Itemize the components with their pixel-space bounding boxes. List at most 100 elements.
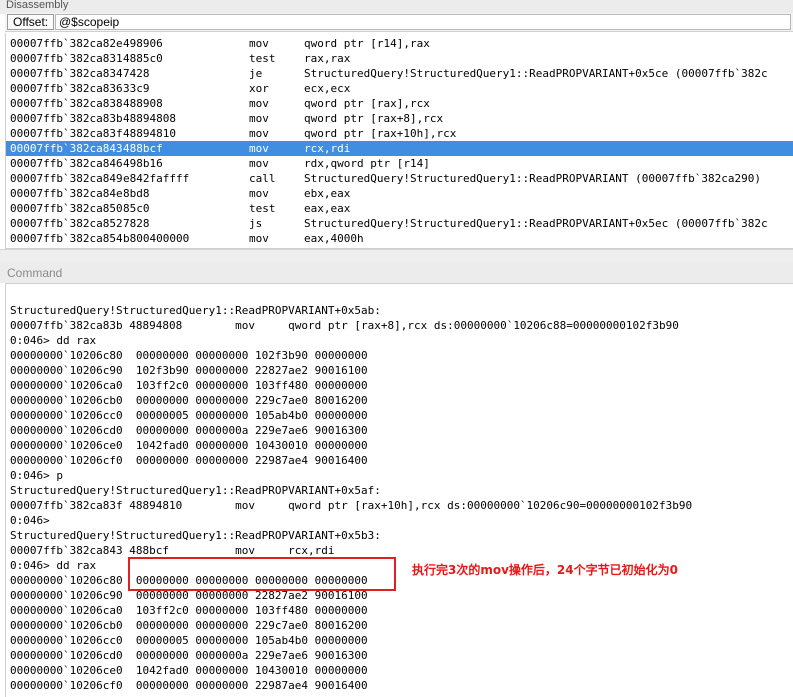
disasm-bytes: 498b16 <box>123 157 163 170</box>
disasm-bytes: 33c9 <box>123 82 150 95</box>
disasm-operands: StructuredQuery!StructuredQuery1::ReadPR… <box>304 67 768 80</box>
disassembly-row[interactable]: 00007ffb`382ca846 498b16 mov rdx,qword ptr … <box>6 156 793 171</box>
pane-splitter[interactable] <box>0 249 793 263</box>
disasm-opcode: mov <box>249 97 269 110</box>
disassembly-row[interactable]: 00007ffb`382ca82e 498906 mov qword ptr [r14… <box>6 36 793 51</box>
disassembly-row[interactable]: 00007ffb`382ca84e 8bd8 mov ebx,eax <box>6 186 793 201</box>
disasm-operands: qword ptr [rax+8],rcx <box>304 112 444 125</box>
disasm-bytes: 7428 <box>123 67 150 80</box>
disasm-operands: qword ptr [r14],rax <box>304 37 430 50</box>
command-output-line: 00000000`10206ca0 103ff2c0 00000000 103f… <box>10 379 368 392</box>
disasm-bytes: 488908 <box>123 97 163 110</box>
disasm-operands: qword ptr [rax],rcx <box>304 97 430 110</box>
disasm-bytes: 85c0 <box>123 202 150 215</box>
disasm-opcode: je <box>249 67 263 80</box>
command-output-line: 00000000`10206cc0 00000005 00000000 105a… <box>10 409 368 422</box>
command-output-line: 00000000`10206ce0 1042fad0 00000000 1043… <box>10 664 368 677</box>
disasm-address: 00007ffb`382ca854 <box>10 232 123 245</box>
disassembly-rows: 00007ffb`382ca82e 498906 mov qword ptr [r14… <box>6 36 793 246</box>
disasm-bytes: b800400000 <box>123 232 190 245</box>
disasm-bytes: 498906 <box>123 37 163 50</box>
offset-label[interactable]: Offset: <box>7 14 55 30</box>
disassembly-row[interactable]: 00007ffb`382ca83b 48894808 mov qword ptr [r… <box>6 111 793 126</box>
disasm-opcode: xor <box>249 82 269 95</box>
disasm-address: 00007ffb`382ca83f <box>10 127 123 140</box>
disasm-opcode: mov <box>249 127 269 140</box>
command-output-line: StructuredQuery!StructuredQuery1::ReadPR… <box>10 484 381 497</box>
command-output-line: 00000000`10206cb0 00000000 00000000 229c… <box>10 619 368 632</box>
disassembly-row[interactable]: 00007ffb`382ca854 b800400000 mov eax,4000h <box>6 231 793 246</box>
command-output-line: StructuredQuery!StructuredQuery1::ReadPR… <box>10 529 381 542</box>
command-output-line: StructuredQuery!StructuredQuery1::ReadPR… <box>10 304 381 317</box>
command-output-line <box>10 288 790 303</box>
disasm-address: 00007ffb`382ca84e <box>10 187 123 200</box>
disassembly-row-selected[interactable]: 00007ffb`382ca843 488bcf mov rcx,rdi <box>6 141 793 156</box>
command-output-line: 00007ffb`382ca83f 48894810 mov qword ptr… <box>10 499 693 512</box>
disasm-address: 00007ffb`382ca852 <box>10 217 123 230</box>
disassembly-row[interactable]: 00007ffb`382ca836 33c9 xor ecx,ecx <box>6 81 793 96</box>
disasm-address: 00007ffb`382ca82e <box>10 37 123 50</box>
disassembly-row[interactable]: 00007ffb`382ca834 7428 je StructuredQuery!S… <box>6 66 793 81</box>
command-output-line: 00000000`10206cf0 00000000 00000000 2298… <box>10 679 368 692</box>
disasm-operands: qword ptr [rax+10h],rcx <box>304 127 457 140</box>
disassembly-row[interactable]: 00007ffb`382ca838 488908 mov qword ptr [rax… <box>6 96 793 111</box>
command-output-line: 00000000`10206c80 00000000 00000000 102f… <box>10 349 368 362</box>
disasm-bytes: 4885c0 <box>123 52 163 65</box>
command-output-line: 00000000`10206cd0 00000000 0000000a 229e… <box>10 424 368 437</box>
disasm-opcode: mov <box>249 232 269 245</box>
disasm-address: 00007ffb`382ca836 <box>10 82 123 95</box>
command-output-line: 00000000`10206ca0 103ff2c0 00000000 103f… <box>10 604 368 617</box>
disasm-operands: eax,eax <box>304 202 351 215</box>
command-output-line: 0:046> <box>10 514 50 527</box>
annotation-note: 执行完3次的mov操作后，24个字节已初始化为0 <box>412 563 678 577</box>
disasm-opcode: test <box>249 52 276 65</box>
disassembly-row[interactable]: 00007ffb`382ca849 e842faffff call Structure… <box>6 171 793 186</box>
command-output-lines: StructuredQuery!StructuredQuery1::ReadPR… <box>10 288 790 693</box>
command-output-line: 00000000`10206c90 102f3b90 00000000 2282… <box>10 364 368 377</box>
offset-input[interactable] <box>55 14 791 30</box>
disasm-bytes: 7828 <box>123 217 150 230</box>
command-output-line: 00000000`10206cf0 00000000 00000000 2298… <box>10 454 368 467</box>
command-window-title: Command <box>0 263 793 283</box>
disasm-address: 00007ffb`382ca849 <box>10 172 123 185</box>
command-output-line: 00000000`10206cb0 00000000 00000000 229c… <box>10 394 368 407</box>
disasm-opcode: js <box>249 217 263 230</box>
disasm-bytes: 48894810 <box>123 127 176 140</box>
disasm-bytes: 488bcf <box>123 142 163 155</box>
disasm-opcode: test <box>249 202 276 215</box>
disasm-opcode: mov <box>249 112 269 125</box>
disassembly-row[interactable]: 00007ffb`382ca831 4885c0 test rax,rax <box>6 51 793 66</box>
disasm-opcode: mov <box>249 142 269 155</box>
command-output-line: 00000000`10206cd0 00000000 0000000a 229e… <box>10 649 368 662</box>
disasm-operands: rax,rax <box>304 52 351 65</box>
command-output-line: 00000000`10206ce0 1042fad0 00000000 1043… <box>10 439 368 452</box>
disasm-operands: StructuredQuery!StructuredQuery1::ReadPR… <box>304 217 768 230</box>
disassembly-pane[interactable]: 00007ffb`382ca82e 498906 mov qword ptr [r14… <box>5 33 793 249</box>
disasm-opcode: mov <box>249 37 269 50</box>
disasm-opcode: mov <box>249 187 269 200</box>
disasm-operands: rcx,rdi <box>304 142 351 155</box>
disasm-address: 00007ffb`382ca83b <box>10 112 123 125</box>
command-output-line: 0:046> dd rax <box>10 334 97 347</box>
memory-highlight-box <box>128 557 396 591</box>
disasm-address: 00007ffb`382ca838 <box>10 97 123 110</box>
disasm-operands: rdx,qword ptr [r14] <box>304 157 430 170</box>
command-output-line: 00007ffb`382ca83b 48894808 mov qword ptr… <box>10 319 679 332</box>
disasm-bytes: 8bd8 <box>123 187 150 200</box>
disasm-address: 00007ffb`382ca850 <box>10 202 123 215</box>
command-output-line: 00000000`10206c90 00000000 00000000 2282… <box>10 589 368 602</box>
disassembly-row[interactable]: 00007ffb`382ca850 85c0 test eax,eax <box>6 201 793 216</box>
disasm-bytes: e842faffff <box>123 172 190 185</box>
disasm-opcode: mov <box>249 157 269 170</box>
disassembly-window-title: Disassembly <box>0 0 793 14</box>
command-output-pane[interactable]: StructuredQuery!StructuredQuery1::ReadPR… <box>5 283 793 697</box>
command-output-line: 00000000`10206cc0 00000005 00000000 105a… <box>10 634 368 647</box>
disasm-operands: StructuredQuery!StructuredQuery1::ReadPR… <box>304 172 761 185</box>
disasm-operands: ecx,ecx <box>304 82 351 95</box>
disassembly-row[interactable]: 00007ffb`382ca852 7828 js StructuredQuery!S… <box>6 216 793 231</box>
offset-toolbar: Offset: <box>5 13 793 32</box>
disasm-address: 00007ffb`382ca843 <box>10 142 123 155</box>
disassembly-row[interactable]: 00007ffb`382ca83f 48894810 mov qword ptr [r… <box>6 126 793 141</box>
disasm-address: 00007ffb`382ca831 <box>10 52 123 65</box>
command-output-line: 0:046> p <box>10 469 63 482</box>
